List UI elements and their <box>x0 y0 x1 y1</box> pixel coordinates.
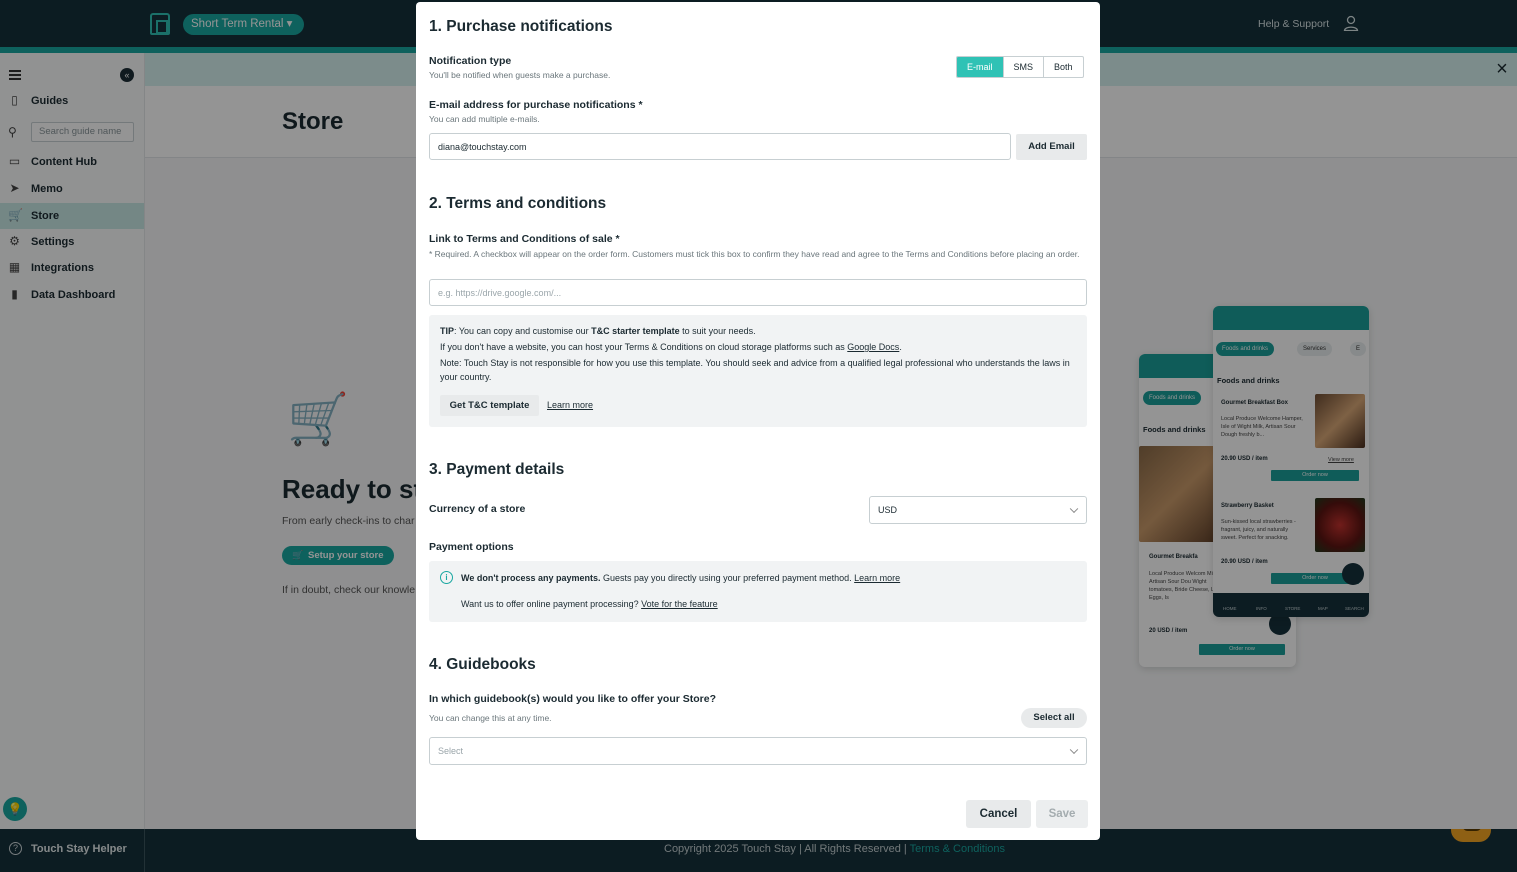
terms-link-input[interactable]: e.g. https://drive.google.com/... <box>429 279 1087 306</box>
section-title-purchase-notifications: 1. Purchase notifications <box>429 18 613 35</box>
save-button[interactable]: Save <box>1036 800 1088 828</box>
tip-line-2: If you don't have a website, you can hos… <box>440 340 902 354</box>
tc-starter-template: T&C starter template <box>591 326 680 336</box>
tip-line2-end: . <box>899 342 902 352</box>
payment-info-text: Guests pay you directly using your prefe… <box>600 573 855 583</box>
chevron-down-icon <box>1069 504 1079 514</box>
tip-box: TIP: You can copy and customise our T&C … <box>429 315 1087 427</box>
guidebooks-hint: You can change this at any time. <box>429 713 552 723</box>
payment-info-box: i We don't process any payments. Guests … <box>429 561 1087 622</box>
currency-label: Currency of a store <box>429 503 526 515</box>
chevron-down-icon <box>1069 745 1079 755</box>
select-all-button[interactable]: Select all <box>1021 708 1087 728</box>
tip-text-b: to suit your needs. <box>679 326 756 336</box>
vote-line: Want us to offer online payment processi… <box>461 597 718 611</box>
option-email[interactable]: E-mail <box>957 57 1003 77</box>
payment-options-label: Payment options <box>429 541 514 553</box>
google-docs-link[interactable]: Google Docs <box>847 342 899 352</box>
tip-prefix: TIP <box>440 326 455 336</box>
email-address-hint: You can add multiple e-mails. <box>429 114 540 124</box>
currency-select[interactable]: USD <box>869 496 1087 524</box>
info-icon: i <box>440 571 453 584</box>
email-input[interactable]: diana@touchstay.com <box>429 133 1011 160</box>
store-setup-modal: 1. Purchase notifications Notification t… <box>416 2 1100 840</box>
tip-text-a: : You can copy and customise our <box>454 326 592 336</box>
email-address-label: E-mail address for purchase notification… <box>429 99 643 111</box>
tip-line-3: Note: Touch Stay is not responsible for … <box>440 358 1070 382</box>
section-title-payment: 3. Payment details <box>429 461 565 478</box>
option-sms[interactable]: SMS <box>1002 57 1044 77</box>
option-both[interactable]: Both <box>1043 57 1083 77</box>
terms-link-label: Link to Terms and Conditions of sale * <box>429 233 620 245</box>
tip-line-1: TIP: You can copy and customise our T&C … <box>440 324 756 338</box>
cancel-button[interactable]: Cancel <box>966 800 1031 828</box>
currency-value: USD <box>878 505 898 515</box>
notification-type-hint: You'll be notified when guests make a pu… <box>429 70 611 80</box>
notification-type-label: Notification type <box>429 55 512 67</box>
learn-more-link[interactable]: Learn more <box>547 398 593 412</box>
terms-link-hint: * Required. A checkbox will appear on th… <box>429 249 1080 259</box>
get-template-button[interactable]: Get T&C template <box>440 395 539 416</box>
notification-type-toggle: E-mail SMS Both <box>956 56 1084 78</box>
section-title-terms: 2. Terms and conditions <box>429 195 607 212</box>
section-title-guidebooks: 4. Guidebooks <box>429 656 536 673</box>
payment-info-line: We don't process any payments. Guests pa… <box>461 571 900 585</box>
vote-text: Want us to offer online payment processi… <box>461 599 642 609</box>
guidebook-select[interactable]: Select <box>429 737 1087 765</box>
guidebook-select-placeholder: Select <box>438 746 464 756</box>
payment-info-bold: We don't process any payments. <box>461 573 601 583</box>
guidebooks-question: In which guidebook(s) would you like to … <box>429 693 717 705</box>
payment-learn-more-link[interactable]: Learn more <box>854 573 900 583</box>
vote-feature-link[interactable]: Vote for the feature <box>641 599 718 609</box>
tip-line2-text: If you don't have a website, you can hos… <box>440 342 848 352</box>
add-email-button[interactable]: Add Email <box>1016 134 1087 160</box>
